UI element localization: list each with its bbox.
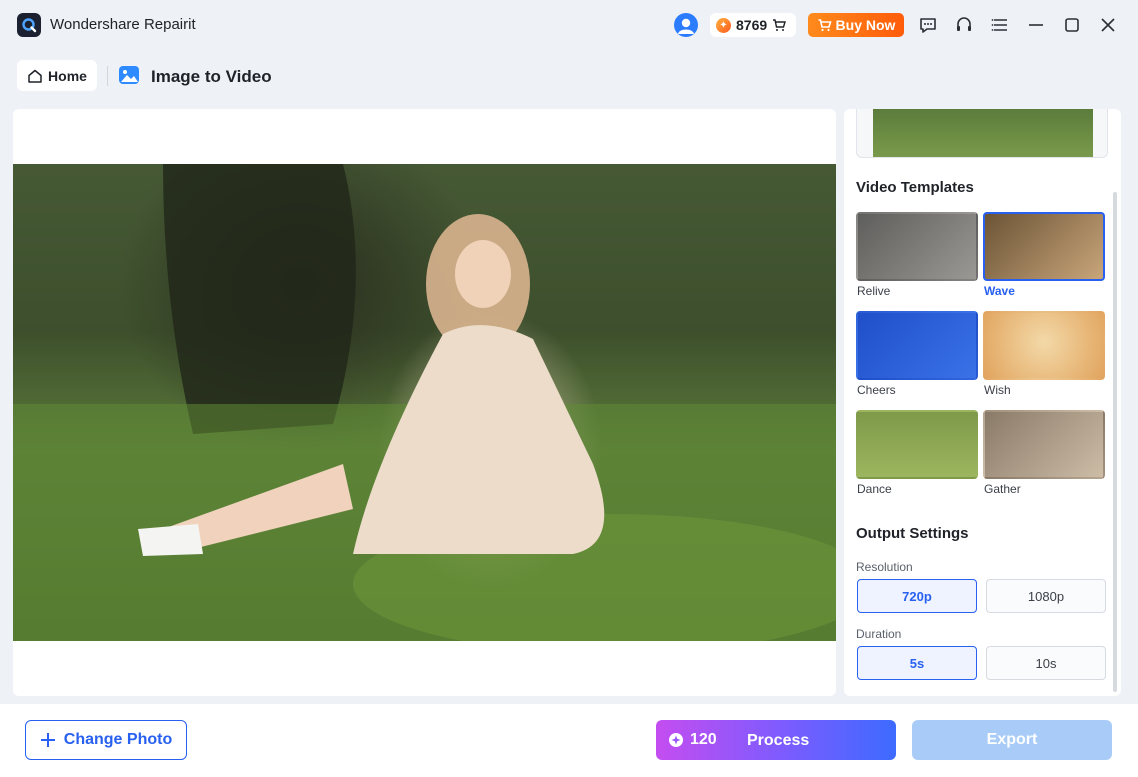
template-wish[interactable]: Wish — [983, 311, 1105, 397]
title-bar: Wondershare Repairit ✦ 8769 Buy Now — [0, 0, 1138, 50]
credit-icon — [669, 733, 683, 747]
home-button[interactable]: Home — [17, 60, 97, 91]
template-label: Relive — [857, 284, 891, 298]
template-gather[interactable]: Gather — [983, 410, 1105, 496]
credits-balance[interactable]: ✦ 8769 — [710, 13, 796, 37]
template-cheers[interactable]: Cheers — [856, 311, 978, 397]
cart-icon — [818, 19, 832, 32]
footer-bar: Change Photo 120 Process Export — [0, 704, 1138, 777]
output-settings-title: Output Settings — [856, 525, 969, 542]
breadcrumb-divider — [107, 66, 108, 86]
cart-icon — [773, 19, 787, 31]
template-gather-thumbnail — [983, 410, 1105, 479]
settings-scrollbar[interactable] — [1113, 192, 1117, 692]
user-avatar-icon[interactable] — [674, 13, 698, 37]
settings-panel: Video Templates Relive Wave Cheers Wish … — [844, 109, 1121, 696]
template-label: Cheers — [857, 383, 896, 397]
close-icon[interactable] — [1097, 14, 1119, 36]
template-dance[interactable]: Dance — [856, 410, 978, 496]
home-icon — [28, 69, 42, 83]
resolution-1080p-option[interactable]: 1080p — [986, 579, 1106, 613]
credits-value: 8769 — [736, 17, 768, 33]
maximize-icon[interactable] — [1061, 14, 1083, 36]
duration-5s-option[interactable]: 5s — [857, 646, 977, 680]
duration-10s-option[interactable]: 10s — [986, 646, 1106, 680]
coin-icon: ✦ — [716, 17, 731, 33]
template-wave-thumbnail — [983, 212, 1105, 281]
page-title: Image to Video — [151, 67, 272, 86]
template-dance-thumbnail — [856, 410, 978, 479]
menu-icon[interactable] — [989, 14, 1011, 36]
template-wave[interactable]: Wave — [983, 212, 1105, 298]
process-cost-value: 120 — [690, 731, 717, 748]
change-photo-label: Change Photo — [63, 731, 173, 748]
buy-now-button[interactable]: Buy Now — [808, 13, 904, 37]
export-button[interactable]: Export — [912, 720, 1112, 760]
process-button[interactable]: 120 Process — [656, 720, 896, 760]
template-relive[interactable]: Relive — [856, 212, 978, 298]
template-label: Gather — [984, 482, 1021, 496]
process-label: Process — [747, 732, 810, 749]
resolution-720p-option[interactable]: 720p — [857, 579, 977, 613]
minimize-icon[interactable] — [1025, 14, 1047, 36]
resolution-label: Resolution — [856, 560, 913, 574]
uploaded-photo — [13, 164, 836, 641]
preview-panel — [13, 109, 836, 696]
process-cost: 120 — [668, 720, 717, 760]
template-label: Wish — [984, 383, 1011, 397]
template-relive-thumbnail — [856, 212, 978, 281]
template-label: Wave — [984, 284, 1015, 298]
plus-icon — [40, 733, 55, 747]
chat-icon[interactable] — [917, 14, 939, 36]
image-icon — [119, 66, 139, 84]
repairit-logo-icon — [17, 13, 41, 37]
template-cheers-thumbnail — [856, 311, 978, 380]
video-templates-title: Video Templates — [856, 179, 974, 196]
headset-icon[interactable] — [953, 14, 975, 36]
home-label: Home — [48, 67, 87, 84]
template-wish-thumbnail — [983, 311, 1105, 380]
buy-now-label: Buy Now — [835, 17, 896, 33]
source-thumbnail[interactable] — [856, 109, 1108, 158]
template-label: Dance — [857, 482, 892, 496]
change-photo-button[interactable]: Change Photo — [25, 720, 187, 760]
app-title: Wondershare Repairit — [50, 16, 196, 33]
duration-label: Duration — [856, 627, 902, 641]
